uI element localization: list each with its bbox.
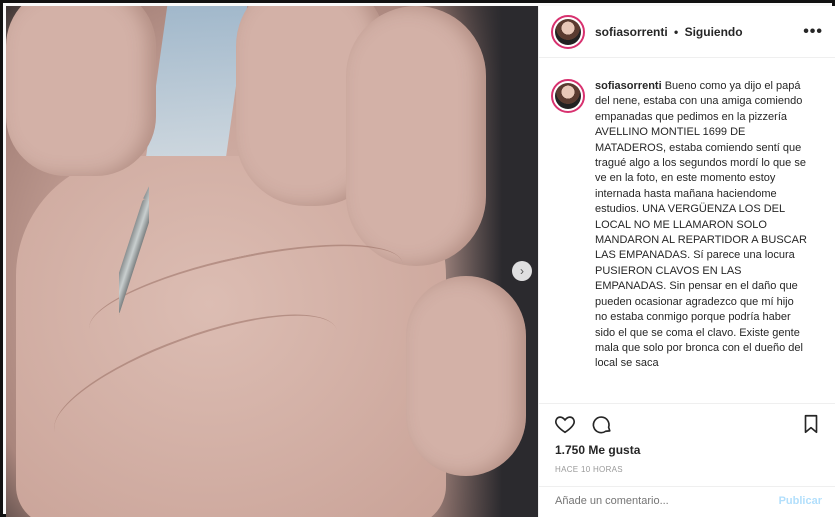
header-user: sofiasorrenti • Siguiendo bbox=[595, 25, 743, 39]
chevron-right-icon: › bbox=[520, 264, 524, 278]
caption-text: Bueno como ya dijo el papá del nene, est… bbox=[595, 80, 807, 370]
photo-finger bbox=[6, 6, 156, 176]
post-header: sofiasorrenti • Siguiendo ••• bbox=[539, 6, 835, 58]
comment-icon[interactable] bbox=[591, 413, 613, 435]
instagram-post-window: › sofiasorrenti • Siguiendo ••• sofiasor… bbox=[0, 0, 835, 517]
photo-finger bbox=[346, 6, 486, 266]
caption-section: sofiasorrenti Bueno como ya dijo el papá… bbox=[539, 59, 835, 402]
more-options-icon[interactable]: ••• bbox=[803, 23, 823, 41]
post-photo: › bbox=[6, 6, 538, 517]
caption-avatar[interactable] bbox=[551, 79, 585, 113]
comment-bar: Publicar bbox=[539, 486, 835, 517]
separator-dot: • bbox=[674, 24, 679, 39]
heart-icon[interactable] bbox=[554, 413, 576, 435]
publish-button[interactable]: Publicar bbox=[779, 495, 822, 507]
action-bar bbox=[539, 403, 835, 447]
post-side-panel: sofiasorrenti • Siguiendo ••• sofiasorre… bbox=[538, 6, 835, 517]
likes-count[interactable]: 1.750 Me gusta bbox=[555, 443, 640, 457]
post-timestamp: HACE 10 HORAS bbox=[555, 465, 623, 474]
caption-username[interactable]: sofiasorrenti bbox=[595, 80, 662, 92]
carousel-next-button[interactable]: › bbox=[512, 261, 532, 281]
photo-thumb bbox=[406, 276, 526, 476]
follow-status-button[interactable]: Siguiendo bbox=[685, 25, 743, 39]
comment-input[interactable] bbox=[555, 495, 755, 507]
caption: sofiasorrenti Bueno como ya dijo el papá… bbox=[595, 79, 807, 402]
photo-background-light bbox=[144, 6, 248, 166]
username-link[interactable]: sofiasorrenti bbox=[595, 25, 668, 39]
bookmark-icon[interactable] bbox=[800, 413, 822, 435]
avatar[interactable] bbox=[551, 14, 585, 49]
nail-object bbox=[119, 171, 149, 317]
